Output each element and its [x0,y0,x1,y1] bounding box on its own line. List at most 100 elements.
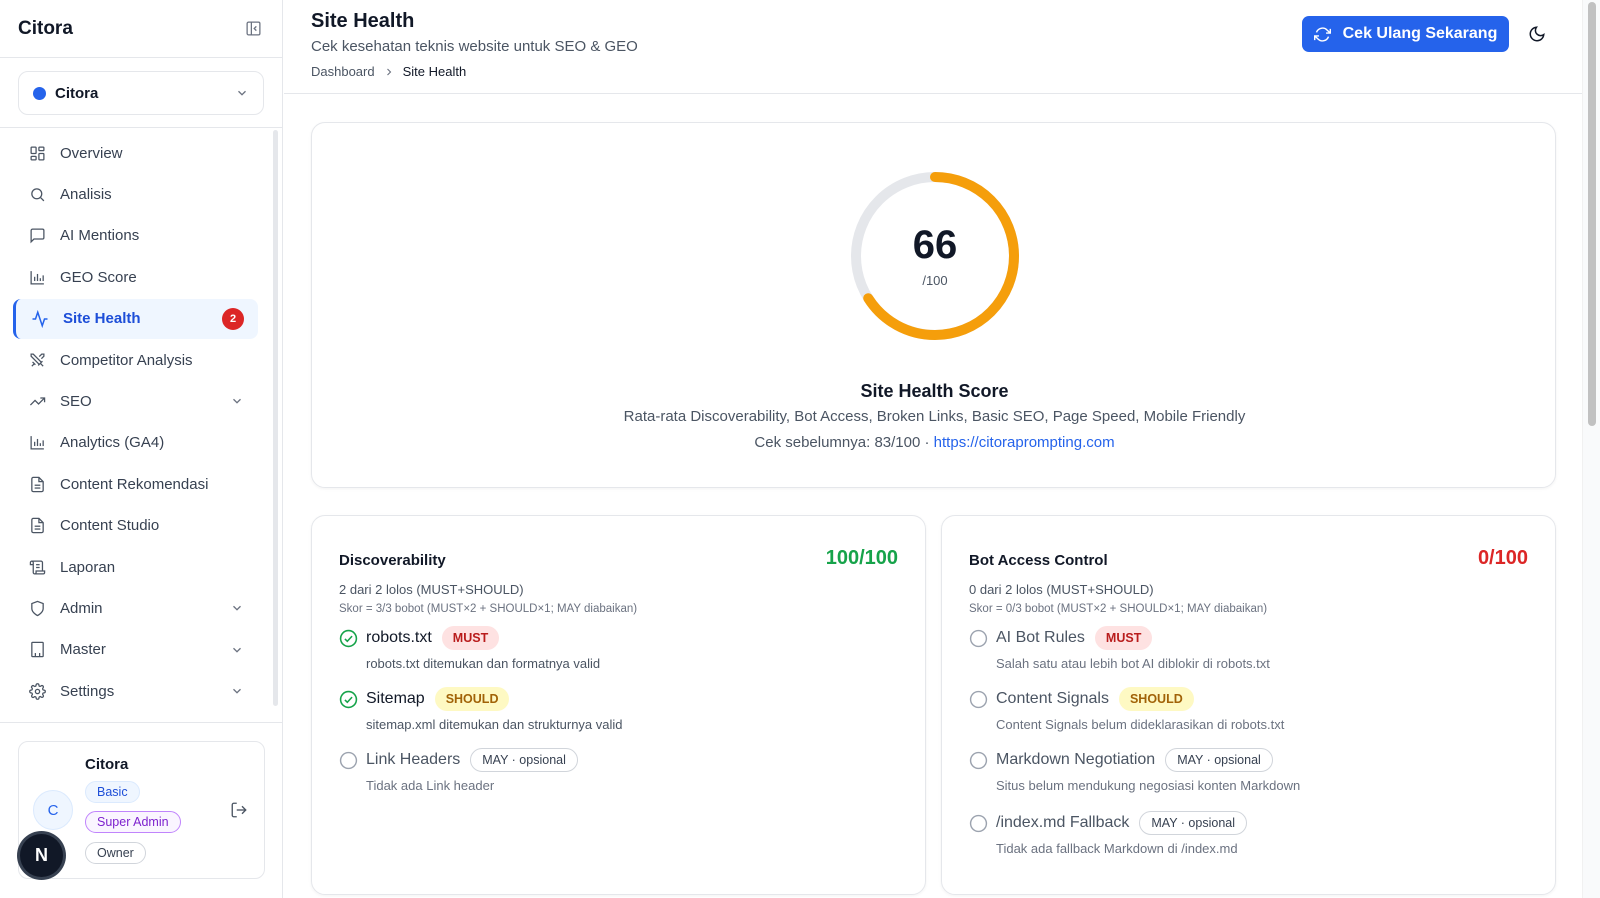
check-item-markdown-negotiation: Markdown Negotiation MAY · opsional Situs … [969,748,1529,804]
check-circle-icon [339,629,358,648]
recheck-now-button[interactable]: Cek Ulang Sekarang [1302,16,1509,52]
sidebar-item-analytics-ga4[interactable]: Analytics (GA4) [13,423,258,463]
category-score: 100/100 [825,547,898,569]
check-circle-icon [339,690,358,709]
sidebar-item-label: AI Mentions [60,227,140,245]
recheck-now-label: Cek Ulang Sekarang [1342,25,1498,42]
sidebar-item-settings[interactable]: Settings [13,671,258,711]
activity-icon [30,309,50,329]
chevron-down-icon [230,643,244,657]
page-subtitle: Cek kesehatan teknis website untuk SEO &… [311,38,638,55]
chevron-right-icon [383,66,395,78]
sidebar-item-label: Content Rekomendasi [60,475,209,493]
must-badge: MUST [441,626,500,650]
shield-icon [27,598,47,618]
grid-icon [27,143,47,163]
sidebar-nav: Overview Analisis AI Mentions GEO Score Site… [0,130,282,720]
sidebar-item-site-health[interactable]: Site Health 2 [13,298,258,339]
previous-check: Cek sebelumnya: 83/100 · https://citorap… [312,434,1557,451]
check-description: robots.txt ditemukan dan formatnya valid [366,656,601,671]
empty-circle-icon [969,690,988,709]
sidebar-item-laporan[interactable]: Laporan [13,547,258,587]
check-description: Salah satu atau lebih bot AI diblokir di… [996,656,1270,671]
category-weight-note: Skor = 0/3 bobot (MUST×2 + SHOULD×1; MAY… [969,603,1268,615]
empty-circle-icon [969,814,988,833]
sidebar-item-label: Competitor Analysis [60,351,193,369]
category-weight-note: Skor = 3/3 bobot (MUST×2 + SHOULD×1; MAY… [339,603,638,615]
empty-circle-icon [969,629,988,648]
sidebar-item-content-rekomendasi[interactable]: Content Rekomendasi [13,464,258,504]
swords-icon [27,350,47,370]
divider [0,722,282,723]
plan-badge: Basic [85,781,140,803]
check-description: Tidak ada fallback Markdown di /index.md [996,841,1238,856]
may-badge: MAY · opsional [1165,748,1273,772]
sidebar-item-label: Site Health [63,310,141,328]
score-description: Rata-rata Discoverability, Bot Access, B… [623,408,1246,425]
sidebar-item-overview[interactable]: Overview [13,133,258,173]
sidebar-item-analisis[interactable]: Analisis [13,174,258,214]
dev-tools-badge[interactable]: N [20,834,63,877]
sidebar: Citora Citora Overview Analisis AI Mention… [0,0,283,898]
sidebar-scrollbar[interactable] [273,130,278,706]
site-url-link[interactable]: https://citoraprompting.com [934,434,1115,451]
sidebar-item-label: GEO Score [60,268,137,286]
sidebar-item-competitor-analysis[interactable]: Competitor Analysis [13,340,258,380]
sidebar-item-label: Master [60,641,106,659]
check-name: Content Signals [996,690,1109,707]
building-icon [27,640,47,660]
check-name: robots.txt [366,629,432,646]
sidebar-item-label: Settings [60,682,115,700]
should-badge: SHOULD [434,687,510,711]
category-card-bot-access-control: Bot Access Control 0/100 0 dari 2 lolos (M… [941,515,1556,895]
chevron-down-icon [230,601,244,615]
check-description: Content Signals belum dideklarasikan di … [996,717,1285,732]
sidebar-item-geo-score[interactable]: GEO Score [13,257,258,297]
category-score: 0/100 [1477,547,1528,569]
sidebar-item-label: Analisis [60,185,112,203]
sidebar-collapse-icon[interactable] [242,18,264,40]
user-name: Citora [85,756,129,773]
check-name: Markdown Negotiation [996,751,1156,768]
check-description: Tidak ada Link header [366,778,495,793]
project-color-dot [33,86,46,100]
check-item-content-signals: Content Signals SHOULD Content Signals bel… [969,687,1529,743]
trending-up-icon [27,391,47,411]
gear-icon [27,681,47,701]
bar-chart-icon [27,433,47,453]
sidebar-item-label: Laporan [60,558,116,576]
category-title: Discoverability [339,552,446,569]
check-item-index-md-fallback: /index.md Fallback MAY · opsional Tidak ad… [969,811,1529,867]
project-select[interactable]: Citora [18,71,264,115]
category-title: Bot Access Control [969,552,1108,569]
role-badge: Super Admin [85,811,181,833]
sidebar-item-admin[interactable]: Admin [13,588,258,628]
bar-chart-icon [27,267,47,287]
scroll-icon [27,557,47,577]
breadcrumb-dashboard-link[interactable]: Dashboard [311,64,375,79]
check-name: /index.md Fallback [996,814,1130,831]
sidebar-item-seo[interactable]: SEO [13,381,258,421]
may-badge: MAY · opsional [470,748,578,772]
notification-badge: 2 [222,307,244,330]
avatar[interactable]: C [33,790,73,830]
membership-badge: Owner [85,842,146,864]
site-health-score-card: 66 /100 Site Health Score Rata-rata Disc… [311,122,1556,488]
page-scrollbar-thumb[interactable] [1588,2,1596,426]
document-icon [27,474,47,494]
sidebar-item-label: Overview [60,144,123,162]
moon-icon[interactable] [1524,21,1550,47]
may-badge: MAY · opsional [1139,811,1247,835]
breadcrumb-current: Site Health [402,64,467,79]
check-name: AI Bot Rules [996,629,1085,646]
sidebar-item-content-studio[interactable]: Content Studio [13,506,258,546]
message-icon [27,226,47,246]
logout-icon[interactable] [228,799,250,821]
sidebar-item-master[interactable]: Master [13,630,258,670]
sidebar-item-ai-mentions[interactable]: AI Mentions [13,216,258,256]
score-max: /100 [922,273,948,288]
category-pass-count: 2 dari 2 lolos (MUST+SHOULD) [339,582,524,597]
sidebar-item-label: SEO [60,392,92,410]
chevron-down-icon [235,86,249,100]
score-value: 66 [912,223,958,267]
